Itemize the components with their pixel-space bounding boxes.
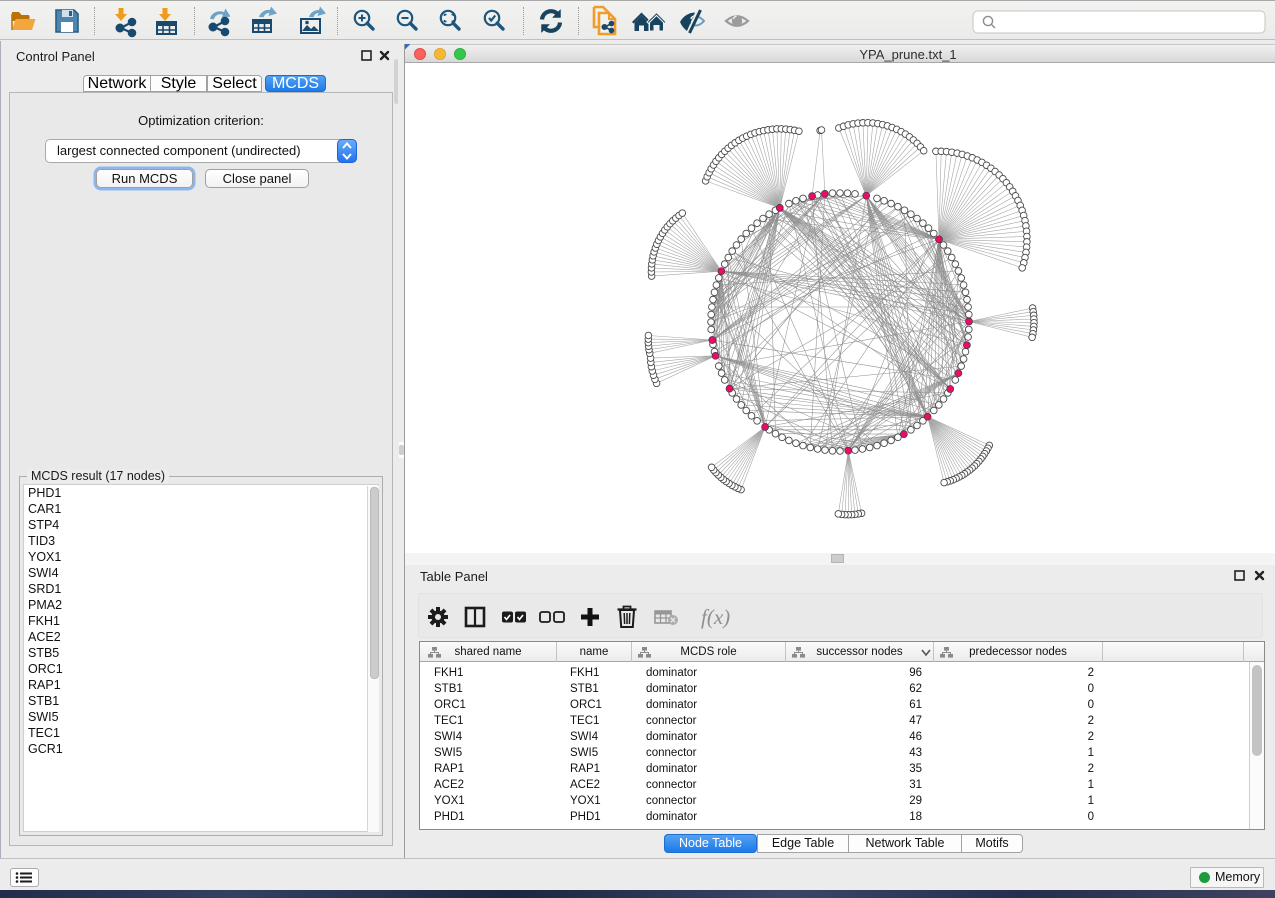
svg-text:f(x): f(x) (701, 605, 730, 629)
